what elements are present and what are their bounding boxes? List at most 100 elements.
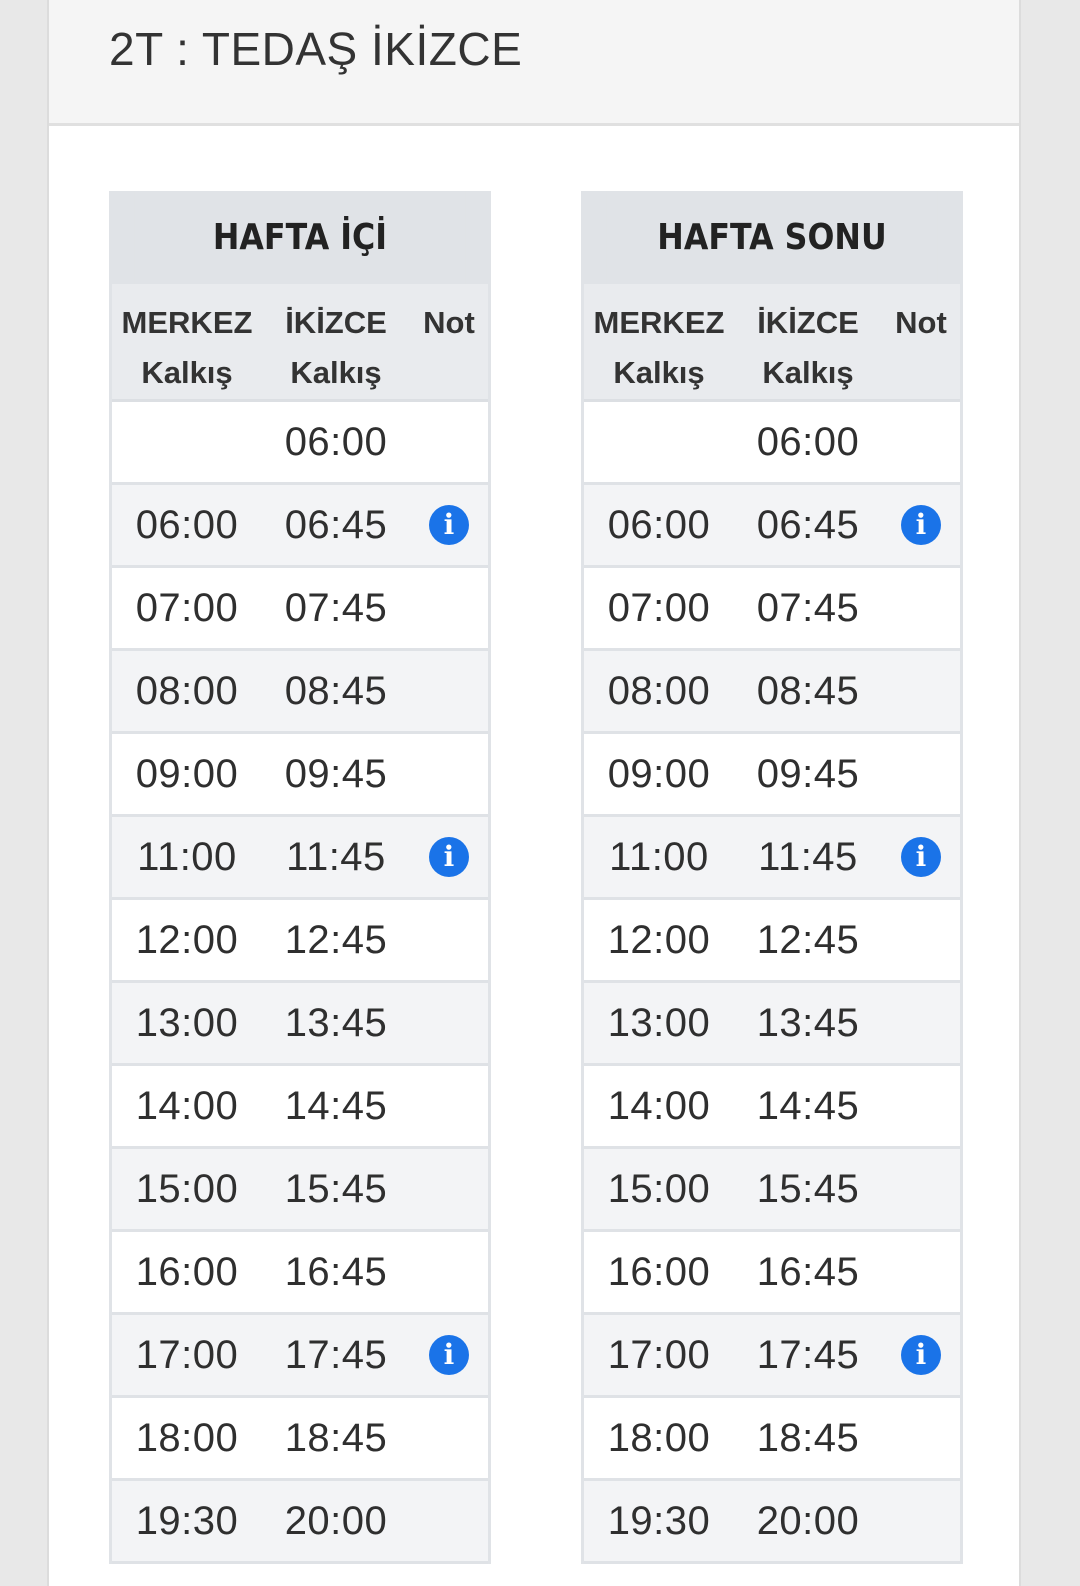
info-icon[interactable]: i	[901, 837, 941, 877]
merkez-departure-time: 17:00	[607, 1332, 711, 1377]
merkez-departure-time: 18:00	[135, 1415, 239, 1460]
table-row: 06:00	[112, 402, 488, 485]
ikizce-departure-time: 12:45	[756, 917, 860, 962]
column-header-row: MERKEZ Kalkış İKİZCE Kalkış Not	[584, 284, 960, 402]
route-header: 2T : TEDAŞ İKİZCE	[49, 0, 1019, 126]
timetable-title: HAFTA İÇİ	[134, 191, 466, 284]
ikizce-departure-time: 11:45	[758, 834, 858, 879]
merkez-departure-time: 11:00	[609, 834, 709, 879]
ikizce-departure-time: 13:45	[284, 1000, 388, 1045]
ikizce-departure-time: 12:45	[284, 917, 388, 962]
merkez-departure-time: 19:30	[607, 1498, 711, 1543]
table-row: 08:00 08:45	[584, 651, 960, 734]
ikizce-departure-time: 14:45	[284, 1083, 388, 1128]
column-header-not: Not	[410, 284, 488, 399]
column-header-merkez: MERKEZ Kalkış	[112, 284, 262, 399]
ikizce-departure-time: 18:45	[284, 1415, 388, 1460]
column-header-row: MERKEZ Kalkış İKİZCE Kalkış Not	[112, 284, 488, 402]
ikizce-departure-time: 09:45	[284, 751, 388, 796]
note-cell: i	[882, 505, 960, 545]
merkez-departure-time: 14:00	[607, 1083, 711, 1128]
ikizce-departure-time: 16:45	[756, 1249, 860, 1294]
table-row: 19:30 20:00	[112, 1481, 488, 1564]
table-row: 19:30 20:00	[584, 1481, 960, 1564]
note-cell: i	[410, 505, 488, 545]
table-row: 11:00 11:45 i	[112, 817, 488, 900]
table-row: 06:00 06:45 i	[112, 485, 488, 568]
merkez-departure-time: 09:00	[135, 751, 239, 796]
timetable-weekend: HAFTA SONU MERKEZ Kalkış İKİZCE Kalkış N…	[581, 191, 963, 1564]
table-row: 17:00 17:45 i	[584, 1315, 960, 1398]
ikizce-departure-time: 09:45	[756, 751, 860, 796]
table-row: 12:00 12:45	[584, 900, 960, 983]
note-cell: i	[882, 1335, 960, 1375]
merkez-departure-time: 07:00	[135, 585, 239, 630]
info-icon[interactable]: i	[429, 1335, 469, 1375]
info-icon[interactable]: i	[429, 505, 469, 545]
table-row: 15:00 15:45	[584, 1149, 960, 1232]
ikizce-departure-time: 13:45	[756, 1000, 860, 1045]
column-header-ikizce: İKİZCE Kalkış	[262, 284, 410, 399]
column-header-not-label: Not	[423, 305, 475, 340]
merkez-departure-time: 17:00	[135, 1332, 239, 1377]
table-row: 06:00 06:45 i	[584, 485, 960, 568]
table-row: 16:00 16:45	[112, 1232, 488, 1315]
ikizce-departure-time: 16:45	[284, 1249, 388, 1294]
ikizce-departure-time: 17:45	[756, 1332, 860, 1377]
column-header-ikizce-line1: İKİZCE	[757, 305, 859, 340]
timetable-weekday: HAFTA İÇİ MERKEZ Kalkış İKİZCE Kalkış No…	[109, 191, 491, 1564]
merkez-departure-time: 18:00	[607, 1415, 711, 1460]
table-row: 17:00 17:45 i	[112, 1315, 488, 1398]
table-row: 13:00 13:45	[584, 983, 960, 1066]
merkez-departure-time: 09:00	[607, 751, 711, 796]
column-header-merkez-line1: MERKEZ	[593, 305, 725, 340]
merkez-departure-time: 07:00	[607, 585, 711, 630]
merkez-departure-time: 11:00	[137, 834, 237, 879]
merkez-departure-time: 19:30	[135, 1498, 239, 1543]
merkez-departure-time: 06:00	[135, 502, 239, 547]
table-row: 13:00 13:45	[112, 983, 488, 1066]
info-icon[interactable]: i	[901, 505, 941, 545]
ikizce-departure-time: 15:45	[284, 1166, 388, 1211]
ikizce-departure-time: 06:00	[756, 419, 860, 464]
table-row: 18:00 18:45	[584, 1398, 960, 1481]
timetable-title-bar: HAFTA İÇİ	[112, 191, 488, 284]
table-row: 14:00 14:45	[112, 1066, 488, 1149]
ikizce-departure-time: 08:45	[756, 668, 860, 713]
table-row: 11:00 11:45 i	[584, 817, 960, 900]
info-icon[interactable]: i	[429, 837, 469, 877]
merkez-departure-time: 08:00	[607, 668, 711, 713]
ikizce-departure-time: 06:45	[756, 502, 860, 547]
ikizce-departure-time: 08:45	[284, 668, 388, 713]
table-row: 14:00 14:45	[584, 1066, 960, 1149]
merkez-departure-time: 16:00	[135, 1249, 239, 1294]
timetable-title-bar: HAFTA SONU	[584, 191, 960, 284]
table-row: 06:00	[584, 402, 960, 485]
ikizce-departure-time: 06:45	[284, 502, 388, 547]
table-row: 08:00 08:45	[112, 651, 488, 734]
ikizce-departure-time: 14:45	[756, 1083, 860, 1128]
ikizce-departure-time: 15:45	[756, 1166, 860, 1211]
note-cell: i	[410, 1335, 488, 1375]
column-header-merkez: MERKEZ Kalkış	[584, 284, 734, 399]
column-header-merkez-line1: MERKEZ	[121, 305, 253, 340]
ikizce-departure-time: 17:45	[284, 1332, 388, 1377]
table-row: 07:00 07:45	[584, 568, 960, 651]
merkez-departure-time: 12:00	[135, 917, 239, 962]
page-title: 2T : TEDAŞ İKİZCE	[109, 23, 523, 75]
column-header-ikizce-line1: İKİZCE	[285, 305, 387, 340]
ikizce-departure-time: 20:00	[756, 1498, 860, 1543]
note-cell: i	[882, 837, 960, 877]
column-header-ikizce: İKİZCE Kalkış	[734, 284, 882, 399]
merkez-departure-time: 13:00	[135, 1000, 239, 1045]
info-icon[interactable]: i	[901, 1335, 941, 1375]
merkez-departure-time: 16:00	[607, 1249, 711, 1294]
note-cell: i	[410, 837, 488, 877]
ikizce-departure-time: 18:45	[756, 1415, 860, 1460]
table-row: 07:00 07:45	[112, 568, 488, 651]
timetable-rows: 06:00 06:00 06:45 i 07:00 07:45 08:00 08:45 09:0…	[584, 402, 960, 1564]
ikizce-departure-time: 11:45	[286, 834, 386, 879]
table-row: 18:00 18:45	[112, 1398, 488, 1481]
merkez-departure-time: 08:00	[135, 668, 239, 713]
merkez-departure-time: 13:00	[607, 1000, 711, 1045]
